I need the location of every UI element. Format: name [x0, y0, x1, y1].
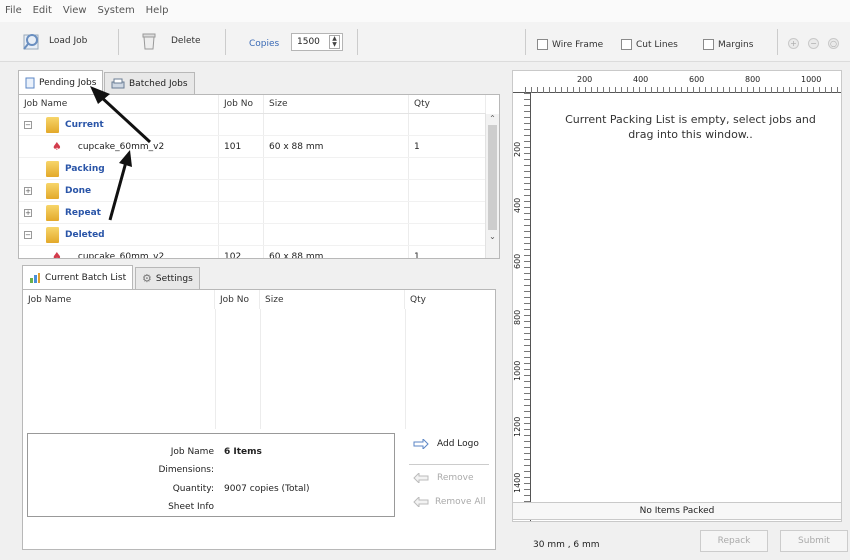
ruler-tick-label: 800	[745, 75, 761, 84]
ruler-tick-label: 600	[689, 75, 705, 84]
vertical-ruler: 200 400 600 800 1000 1200 1400	[513, 93, 531, 521]
menu-edit[interactable]: Edit	[28, 0, 55, 16]
packing-canvas[interactable]: 200 400 600 800 1000 200 400 600 800 1000 1200 140…	[512, 70, 842, 522]
wire-frame-label: Wire Frame	[552, 39, 604, 50]
cut-lines-label: Cut Lines	[636, 39, 678, 50]
repack-button[interactable]: Repack	[700, 530, 768, 552]
toolbar-separator	[357, 29, 358, 55]
zoom-out-icon[interactable]: −	[808, 38, 819, 49]
left-pane: Pending Jobs Batched Jobs Job Name Job N…	[18, 70, 500, 550]
toolbar-separator	[777, 29, 778, 55]
checkbox-box	[621, 39, 632, 50]
delete-label: Delete	[171, 36, 201, 46]
load-job-label: Load Job	[49, 36, 88, 46]
delete-button[interactable]: Delete	[140, 31, 201, 51]
magnifier-icon	[23, 34, 39, 50]
ruler-tick-label: 200	[513, 141, 522, 157]
menu-help[interactable]: Help	[141, 0, 172, 16]
trash-icon	[142, 33, 156, 50]
ruler-tick-label: 1200	[513, 416, 522, 437]
ruler-ticks	[524, 93, 530, 521]
toolbar-separator	[118, 29, 119, 55]
zoom-reset-icon[interactable]: ○	[828, 38, 839, 49]
zoom-in-icon[interactable]: +	[788, 38, 799, 49]
ruler-tick-label: 200	[577, 75, 593, 84]
ruler-tick-label: 400	[513, 197, 522, 213]
horizontal-ruler: 200 400 600 800 1000	[513, 71, 841, 93]
ruler-tick-label: 1400	[513, 472, 522, 493]
margins-label: Margins	[718, 39, 754, 50]
checkbox-box	[703, 39, 714, 50]
menu-bar: File Edit View System Help	[0, 0, 850, 22]
load-job-button[interactable]: Load Job	[22, 31, 87, 51]
menu-view[interactable]: View	[58, 0, 90, 16]
toolbar: Load Job Delete Copies 1500 ▲ ▼ Wire Fram…	[0, 22, 850, 62]
copies-label: Copies	[249, 39, 280, 49]
margins-checkbox[interactable]: Margins	[703, 39, 753, 50]
ruler-tick-label: 600	[513, 253, 522, 269]
packing-status: No Items Packed	[512, 502, 842, 520]
ruler-tick-label: 400	[633, 75, 649, 84]
copies-value: 1500	[297, 37, 320, 47]
ruler-ticks	[525, 87, 841, 93]
annotation-arrows	[90, 86, 152, 221]
ruler-tick-label: 1000	[801, 75, 822, 84]
toolbar-separator	[225, 29, 226, 55]
ruler-tick-label: 1000	[513, 360, 522, 381]
ruler-tick-label: 800	[513, 309, 522, 325]
menu-file[interactable]: File	[0, 0, 25, 16]
cursor-coordinates: 30 mm , 6 mm	[533, 540, 600, 550]
checkbox-box	[537, 39, 548, 50]
submit-button[interactable]: Submit	[780, 530, 848, 552]
copies-stepper[interactable]: 1500 ▲ ▼	[291, 33, 343, 51]
menu-system[interactable]: System	[92, 0, 137, 16]
wire-frame-checkbox[interactable]: Wire Frame	[537, 39, 603, 50]
empty-packing-message: Current Packing List is empty, select jo…	[565, 113, 816, 141]
toolbar-separator	[525, 29, 526, 55]
cut-lines-checkbox[interactable]: Cut Lines	[621, 39, 678, 50]
stepper-arrows-icon[interactable]: ▲ ▼	[329, 35, 340, 49]
